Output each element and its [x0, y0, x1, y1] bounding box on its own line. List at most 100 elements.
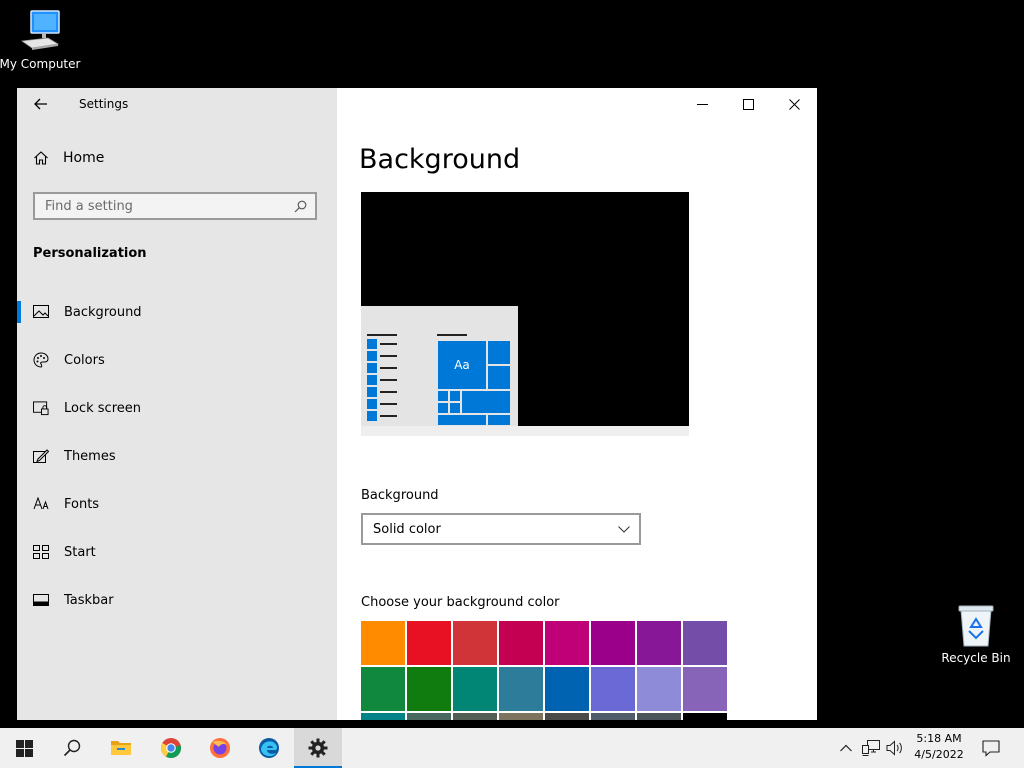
background-label: Background	[361, 488, 439, 503]
minimize-button[interactable]	[679, 88, 725, 120]
recycle-bin-icon	[958, 605, 994, 647]
nav-item-label: Themes	[64, 448, 116, 464]
firefox-icon	[210, 738, 230, 758]
background-type-dropdown[interactable]: Solid color	[361, 513, 641, 545]
network-button[interactable]	[860, 728, 882, 768]
color-swatch[interactable]	[361, 667, 405, 711]
start-icon	[33, 544, 49, 560]
nav-item-label: Lock screen	[64, 400, 141, 416]
preview-start-menu: Aa	[361, 306, 518, 426]
color-swatch[interactable]	[545, 621, 589, 665]
color-swatch[interactable]	[499, 713, 543, 720]
search-icon[interactable]	[294, 200, 307, 213]
color-swatch[interactable]	[361, 713, 405, 720]
dropdown-value: Solid color	[373, 521, 441, 537]
firefox-button[interactable]	[196, 728, 244, 768]
preview-tile-text: Aa	[437, 340, 487, 390]
color-swatch[interactable]	[407, 713, 451, 720]
show-hidden-icons-button[interactable]	[836, 728, 856, 768]
nav-item-label: Background	[64, 304, 142, 320]
close-button[interactable]	[771, 88, 817, 120]
nav-item-background[interactable]: Background	[17, 288, 337, 336]
color-swatch[interactable]	[591, 667, 635, 711]
color-swatch[interactable]	[683, 713, 727, 720]
windows-logo-icon	[15, 739, 33, 757]
settings-window: Settings Home Personalization Background	[17, 88, 817, 720]
nav-item-label: Colors	[64, 352, 105, 368]
edge-button[interactable]	[245, 728, 293, 768]
network-icon	[862, 740, 880, 756]
action-center-button[interactable]	[976, 728, 1006, 768]
chrome-button[interactable]	[147, 728, 195, 768]
computer-icon	[20, 10, 60, 50]
minimize-icon	[696, 103, 708, 105]
recycle-bin-label: Recycle Bin	[941, 651, 1011, 665]
clock-time: 5:18 AM	[916, 732, 962, 745]
image-icon	[33, 304, 49, 320]
nav-item-start[interactable]: Start	[17, 528, 337, 576]
nav-item-taskbar[interactable]: Taskbar	[17, 576, 337, 624]
maximize-button[interactable]	[725, 88, 771, 120]
my-computer-label: My Computer	[0, 57, 81, 71]
color-swatch[interactable]	[499, 621, 543, 665]
color-swatch[interactable]	[453, 713, 497, 720]
chevron-up-icon	[840, 744, 852, 752]
color-swatch[interactable]	[499, 667, 543, 711]
palette-icon	[33, 352, 49, 368]
nav-item-colors[interactable]: Colors	[17, 336, 337, 384]
my-computer-desktop-icon[interactable]: My Computer	[0, 8, 80, 71]
page-title: Background	[359, 144, 521, 175]
desktop-preview: Aa	[361, 192, 689, 436]
choose-color-label: Choose your background color	[361, 595, 560, 610]
settings-content: Background Aa Background Solid color Cho…	[337, 88, 817, 720]
section-heading: Personalization	[33, 246, 147, 261]
search-button[interactable]	[48, 728, 96, 768]
home-nav-item[interactable]: Home	[33, 150, 104, 166]
volume-button[interactable]	[884, 728, 906, 768]
nav-item-label: Start	[64, 544, 96, 560]
color-swatch[interactable]	[407, 667, 451, 711]
speaker-icon	[886, 740, 902, 756]
themes-icon	[33, 448, 49, 464]
color-swatch[interactable]	[637, 713, 681, 720]
chrome-icon	[161, 738, 182, 759]
color-swatch[interactable]	[453, 667, 497, 711]
color-swatch[interactable]	[591, 621, 635, 665]
nav-item-lock-screen[interactable]: Lock screen	[17, 384, 337, 432]
color-swatch[interactable]	[545, 667, 589, 711]
back-button[interactable]	[31, 94, 51, 114]
search-input[interactable]	[45, 198, 275, 214]
window-title: Settings	[79, 97, 129, 111]
color-swatch[interactable]	[591, 713, 635, 720]
nav-item-label: Taskbar	[64, 592, 114, 608]
nav-item-fonts[interactable]: Fonts	[17, 480, 337, 528]
settings-taskbar-button[interactable]	[294, 728, 342, 768]
color-swatch[interactable]	[637, 621, 681, 665]
fonts-icon	[33, 496, 49, 512]
taskbar-icon	[33, 592, 49, 608]
color-swatch[interactable]	[683, 621, 727, 665]
color-swatch[interactable]	[407, 621, 451, 665]
find-setting-search[interactable]	[33, 192, 317, 220]
nav-item-themes[interactable]: Themes	[17, 432, 337, 480]
maximize-icon	[742, 98, 754, 110]
home-label: Home	[63, 150, 105, 166]
clock-date: 4/5/2022	[914, 748, 964, 761]
taskbar-clock[interactable]: 5:18 AM 4/5/2022	[906, 731, 972, 763]
edge-icon	[259, 738, 279, 758]
taskbar: 5:18 AM 4/5/2022	[0, 728, 1024, 768]
color-swatch[interactable]	[361, 621, 405, 665]
recycle-bin-desktop-icon[interactable]: Recycle Bin	[938, 602, 1014, 665]
notification-icon	[982, 739, 1000, 757]
color-swatch[interactable]	[453, 621, 497, 665]
lock-screen-icon	[33, 400, 49, 416]
back-arrow-icon	[34, 98, 47, 110]
color-swatch[interactable]	[683, 667, 727, 711]
color-swatch[interactable]	[637, 667, 681, 711]
file-explorer-button[interactable]	[97, 728, 145, 768]
folder-icon	[111, 741, 131, 755]
start-button[interactable]	[0, 728, 48, 768]
personalization-nav: Background Colors Lock screen Themes Fon…	[17, 288, 337, 624]
home-icon	[34, 151, 48, 165]
color-swatch[interactable]	[545, 713, 589, 720]
